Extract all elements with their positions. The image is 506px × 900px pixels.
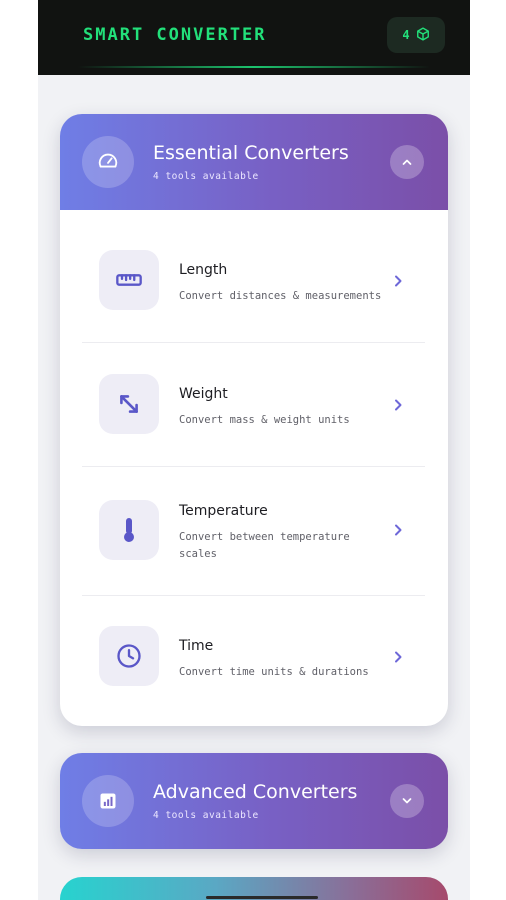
tool-item-length[interactable]: Length Convert distances & measurements [82, 240, 426, 320]
advanced-converters-card[interactable]: Advanced Converters 4 tools available [60, 753, 448, 849]
tool-item-time[interactable]: Time Convert time units & durations [82, 616, 426, 696]
chevron-right-icon [392, 275, 404, 287]
tool-description: Convert distances & measurements [179, 290, 382, 302]
bar-chart-icon [82, 775, 134, 827]
tool-description: Convert mass & weight units [179, 414, 350, 426]
cube-icon [416, 26, 430, 45]
expand-button[interactable] [390, 784, 424, 818]
section-subtitle: 4 tools available [153, 171, 259, 182]
chevron-right-icon [392, 399, 404, 411]
app-title: SMART CONVERTER [83, 25, 267, 45]
divider [82, 342, 425, 343]
section-title: Advanced Converters [153, 781, 358, 803]
chevron-right-icon [392, 524, 404, 536]
tool-name: Time [179, 638, 214, 654]
app-bar-glow [78, 66, 430, 68]
chevron-down-icon [401, 792, 413, 811]
essential-converters-card: Essential Converters 4 tools available L… [60, 114, 448, 726]
speedometer-icon [82, 136, 134, 188]
tool-item-temperature[interactable]: Temperature Convert between temperature … [82, 490, 426, 580]
tool-item-weight[interactable]: Weight Convert mass & weight units [82, 364, 426, 444]
divider [82, 595, 425, 596]
tool-name: Temperature [179, 503, 268, 519]
collapse-button[interactable] [390, 145, 424, 179]
section-title: Essential Converters [153, 142, 349, 164]
section-subtitle: 4 tools available [153, 810, 259, 821]
app-bar: SMART CONVERTER 4 [38, 0, 470, 75]
tool-count: 4 [402, 28, 410, 42]
chevron-up-icon [401, 153, 413, 172]
home-indicator [206, 896, 318, 899]
essential-converters-header[interactable]: Essential Converters 4 tools available [60, 114, 448, 210]
thermometer-icon [99, 500, 159, 560]
tool-name: Weight [179, 386, 228, 402]
tool-description: Convert time units & durations [179, 666, 369, 678]
ruler-icon [99, 250, 159, 310]
divider [82, 466, 425, 467]
chevron-right-icon [392, 651, 404, 663]
tool-count-badge[interactable]: 4 [387, 17, 445, 53]
phone-screen: SMART CONVERTER 4 Essential Converters 4… [38, 0, 470, 900]
tool-name: Length [179, 262, 228, 278]
tool-description: Convert between temperature scales [179, 531, 350, 560]
clock-icon [99, 626, 159, 686]
resize-arrows-icon [99, 374, 159, 434]
